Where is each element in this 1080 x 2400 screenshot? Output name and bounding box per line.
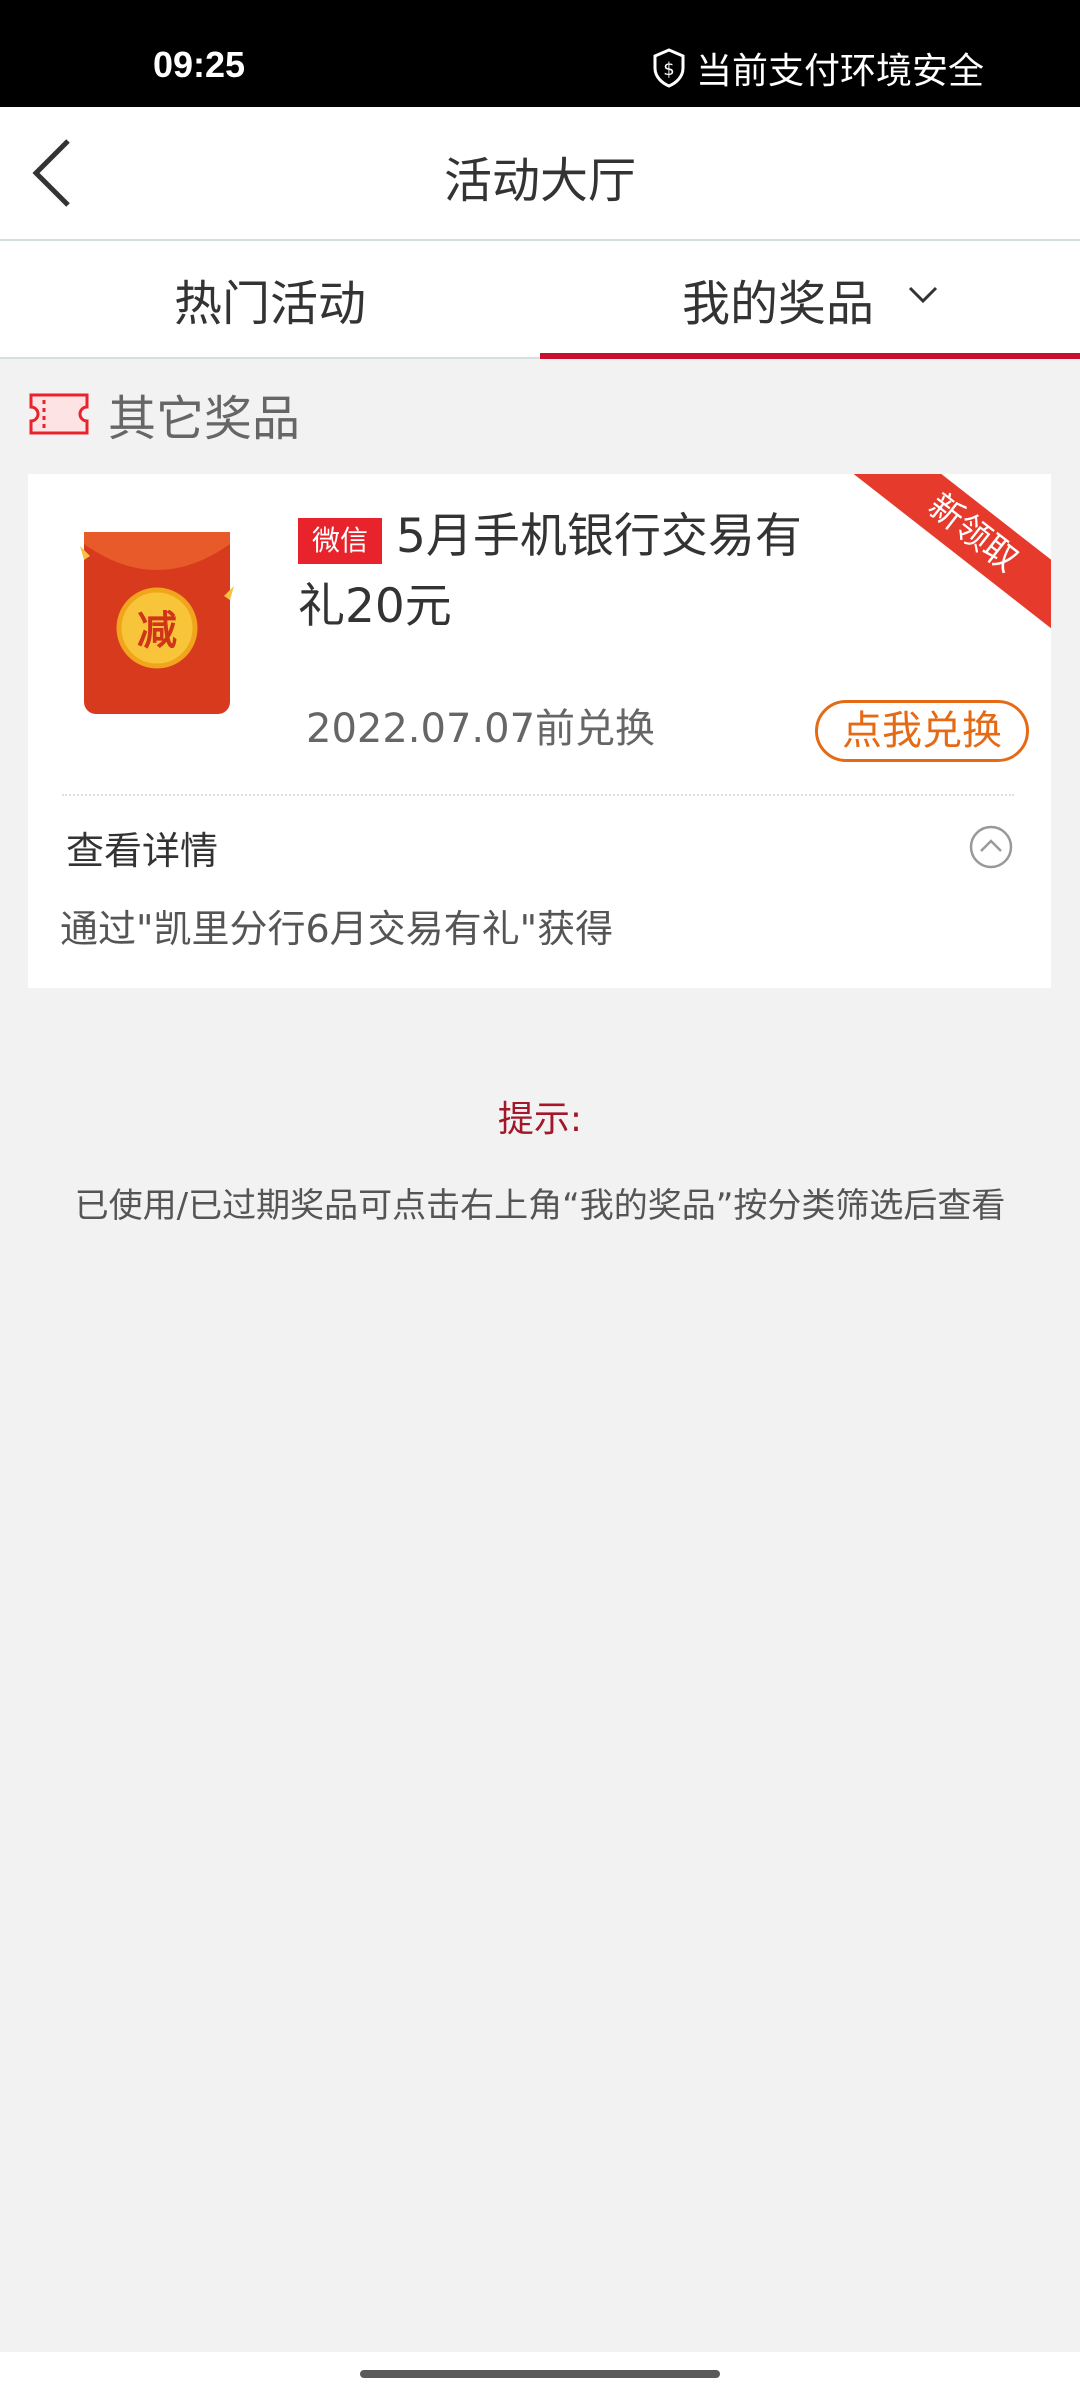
ticket-icon — [29, 393, 89, 435]
page-title: 活动大厅 — [443, 153, 636, 209]
prize-card: 减 微信 5月手机银行交易有 礼20元 2022.07.07前兑换 点我兑换 新… — [28, 474, 1051, 988]
new-received-ribbon: 新领取 — [853, 474, 1051, 635]
payment-security-indicator: $ 当前支付环境安全 — [652, 42, 984, 94]
chevron-up-circle-icon[interactable] — [968, 824, 1014, 870]
status-time: 09:25 — [153, 44, 246, 85]
tab-my-prizes[interactable]: 我的奖品 — [540, 241, 1080, 357]
shield-dollar-icon: $ — [653, 48, 685, 88]
tab-hot-activities[interactable]: 热门活动 — [0, 241, 540, 357]
active-tab-indicator — [540, 353, 1080, 359]
prize-title-line1: 5月手机银行交易有 — [396, 509, 802, 564]
tip-text: 已使用/已过期奖品可点击右上角“我的奖品”按分类筛选后查看 — [74, 1186, 1006, 1226]
tab-prizes-label: 我的奖品 — [681, 276, 874, 332]
card-divider — [62, 794, 1014, 796]
section-header: 其它奖品 — [28, 388, 300, 447]
section-title: 其它奖品 — [108, 391, 301, 447]
nav-bar: 活动大厅 — [0, 107, 1080, 241]
chevron-down-icon — [908, 286, 938, 304]
security-text: 当前支付环境安全 — [695, 51, 984, 92]
envelope-char: 减 — [137, 608, 177, 654]
prize-source-text: 通过"凯里分行6月交易有礼"获得 — [60, 907, 614, 951]
tab-hot-label: 热门活动 — [173, 276, 366, 332]
tip-title: 提示: — [497, 1099, 583, 1140]
status-bar: 09:25 $ 当前支付环境安全 — [0, 0, 1080, 107]
view-details-label[interactable]: 查看详情 — [66, 820, 218, 875]
prize-title-line2: 礼20元 — [298, 579, 452, 634]
redeem-button[interactable]: 点我兑换 — [815, 700, 1029, 762]
tab-bar: 热门活动 我的奖品 — [0, 241, 1080, 359]
home-indicator[interactable] — [360, 2370, 720, 2378]
svg-text:$: $ — [663, 59, 674, 80]
prize-title: 5月手机银行交易有 礼20元 — [298, 502, 858, 642]
expire-date: 2022.07.07前兑换 — [306, 706, 656, 752]
red-envelope-icon: 减 — [80, 532, 234, 714]
